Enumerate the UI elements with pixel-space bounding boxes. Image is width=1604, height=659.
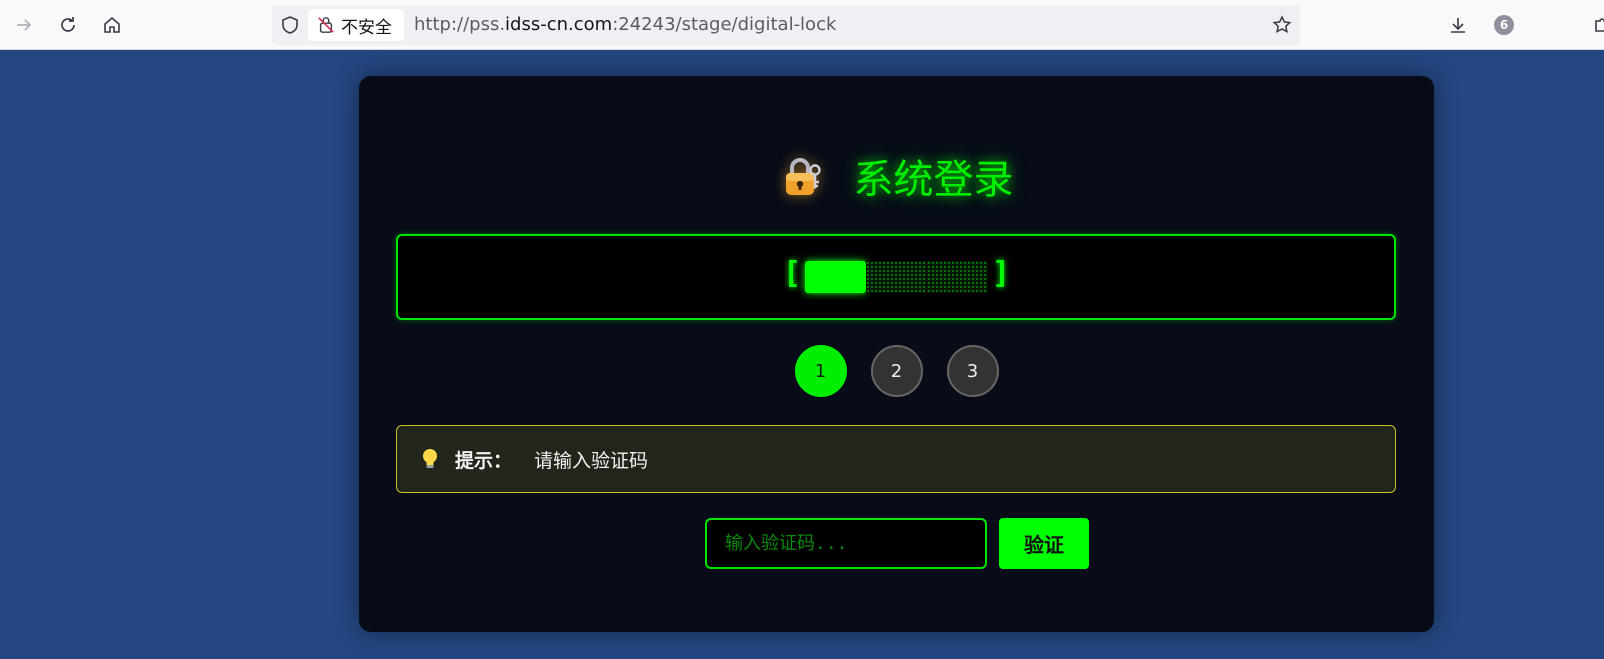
bookmark-star-icon[interactable]: [1272, 15, 1292, 35]
downloads-count-badge[interactable]: 6: [1494, 15, 1514, 35]
hint-text: 请输入验证码: [534, 449, 649, 472]
step-indicator: 123: [359, 345, 1434, 401]
display-bracket-right: ]: [992, 256, 1011, 291]
shield-icon[interactable]: [280, 15, 300, 35]
hint-label: 提示：: [455, 449, 513, 472]
home-icon[interactable]: [98, 11, 126, 39]
padlock-key-icon: [785, 158, 821, 195]
hint-box: 提示： 请输入验证码: [396, 425, 1396, 493]
insecure-lock-icon: [318, 17, 334, 33]
reload-icon[interactable]: [54, 11, 82, 39]
digit-slot-empty: [927, 261, 988, 293]
digit-slot-filled: [805, 261, 866, 293]
step-2: 2: [870, 345, 923, 397]
page-title: 系统登录: [853, 157, 1014, 203]
display-bracket-left: [: [783, 256, 802, 291]
url-domain: idss-cn.com: [505, 14, 613, 35]
login-panel: 系统登录 [ ] 123 提示： 请输入验证码 验证: [359, 76, 1434, 632]
url-suffix: :24243/stage/digital-lock: [612, 14, 837, 35]
download-icon[interactable]: [1444, 11, 1472, 39]
title-row: 系统登录: [359, 146, 1434, 206]
digital-lock-display: [ ]: [396, 234, 1396, 320]
extensions-icon[interactable]: [1588, 11, 1604, 39]
step-3: 3: [946, 345, 999, 397]
digit-slot-empty: [866, 261, 927, 293]
digit-slots: [805, 261, 989, 293]
back-icon[interactable]: [10, 11, 38, 39]
insecure-label: 不安全: [341, 17, 392, 38]
url-text[interactable]: http://pss.idss-cn.com:24243/stage/digit…: [414, 14, 836, 35]
url-prefix: http://pss.: [414, 14, 506, 35]
step-1: 1: [794, 345, 847, 397]
verify-button[interactable]: 验证: [999, 518, 1089, 569]
insecure-connection-button[interactable]: 不安全: [308, 9, 404, 41]
lightbulb-icon: [423, 449, 437, 468]
verification-code-input[interactable]: [705, 518, 987, 569]
url-bar[interactable]: 不安全 http://pss.idss-cn.com:24243/stage/d…: [272, 5, 1300, 45]
browser-toolbar: 不安全 http://pss.idss-cn.com:24243/stage/d…: [0, 0, 1604, 50]
